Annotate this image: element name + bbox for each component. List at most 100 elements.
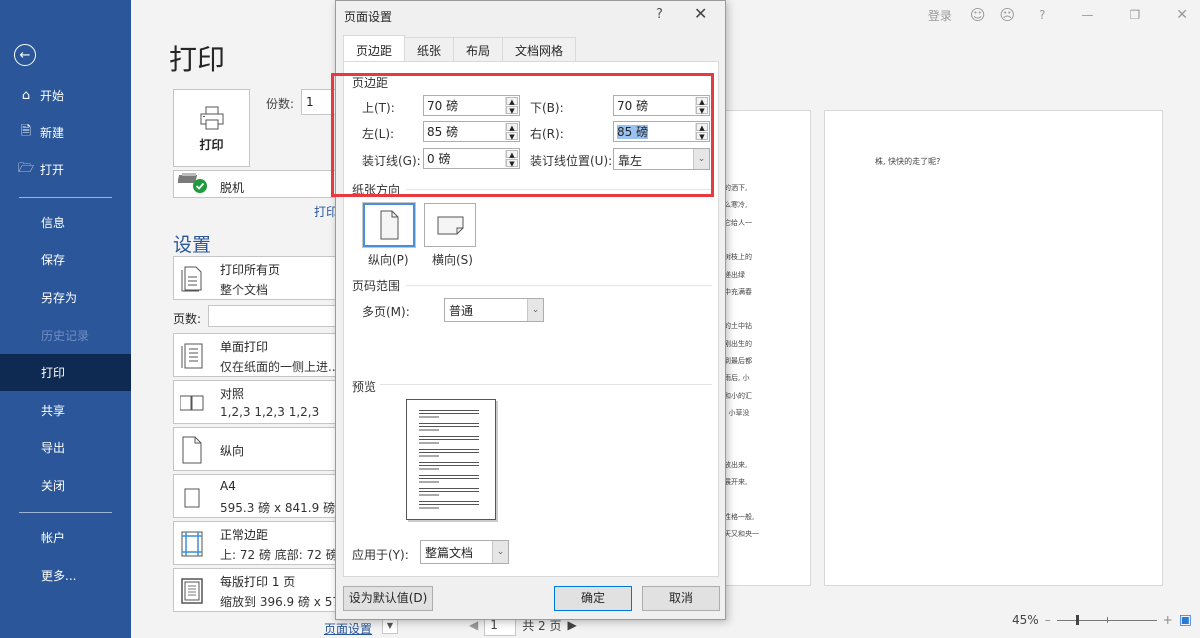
- cancel-button[interactable]: 取消: [642, 586, 720, 611]
- sign-in-link[interactable]: 登录: [928, 7, 952, 24]
- portrait-icon: [182, 436, 202, 464]
- page-1-text-line: 放出来,: [724, 460, 748, 469]
- page-1-text-line: 的土中钻: [724, 322, 752, 331]
- settings-heading: 设置: [173, 234, 212, 256]
- collation-dropdown[interactable]: 对照 1,2,3 1,2,3 1,2,3: [173, 380, 343, 424]
- landscape-option[interactable]: [424, 203, 476, 247]
- printer-selector[interactable]: 脱机: [173, 170, 343, 198]
- apply-to-select[interactable]: 整篇文档 ⌄: [420, 540, 509, 564]
- preview-text-line: [419, 423, 479, 424]
- preview-thumbnail: [406, 399, 496, 520]
- preview-text-line: [419, 494, 439, 496]
- fit-to-window-icon[interactable]: ▣: [1179, 612, 1192, 628]
- pages-group-label: 页码范围: [352, 279, 401, 293]
- preview-text-line: [419, 426, 479, 427]
- chevron-down-icon: ⌄: [527, 299, 543, 321]
- sidebar-item-account[interactable]: 帐户: [0, 519, 131, 556]
- new-document-icon: 🗎: [20, 123, 32, 139]
- help-icon[interactable]: ?: [1039, 8, 1045, 22]
- tab-margins[interactable]: 页边距: [343, 35, 406, 61]
- page-1-text-line: 中充满春: [724, 287, 752, 296]
- page-1-text-line: 到最后都: [724, 357, 752, 365]
- landscape-label[interactable]: 横向(S): [432, 251, 473, 268]
- zoom-in-icon[interactable]: +: [1163, 613, 1173, 627]
- preview-text-line: [419, 413, 479, 414]
- preview-text-line: [419, 465, 479, 466]
- minimize-icon[interactable]: —: [1082, 8, 1094, 22]
- page-1-text-line: 递出绿: [724, 270, 745, 279]
- pages-per-sheet-icon: [181, 578, 203, 604]
- next-page-icon[interactable]: ▶: [568, 618, 577, 632]
- page-1-text-line: 性格一般,: [724, 512, 755, 521]
- landscape-page-icon: [437, 216, 464, 235]
- portrait-label[interactable]: 纵向(P): [368, 251, 409, 268]
- sidebar-item-save-as[interactable]: 另存为: [0, 279, 131, 316]
- dialog-close-icon[interactable]: ✕: [694, 4, 707, 23]
- sidebar-item-home[interactable]: ⌂ 开始: [0, 77, 131, 114]
- page-setup-link[interactable]: 页面设置: [324, 620, 372, 637]
- sidebar-divider: [19, 512, 112, 513]
- pages-input[interactable]: [208, 305, 343, 327]
- preview-text-line: [419, 429, 439, 431]
- sidebar-item-close[interactable]: 关闭: [0, 467, 131, 504]
- preview-text-line: [419, 410, 479, 411]
- chevron-down-icon: ⌄: [492, 541, 508, 563]
- margins-icon: [181, 531, 203, 557]
- preview-text-line: [419, 491, 479, 492]
- folder-open-icon: 🗁: [18, 160, 35, 176]
- paper-size-dropdown[interactable]: A4 595.3 磅 x 841.9 磅: [173, 474, 343, 518]
- tab-layout[interactable]: 布局: [453, 37, 504, 61]
- page-1-text-line: 树枝上的: [724, 253, 752, 262]
- preview-text-line: [419, 416, 439, 418]
- zoom-slider[interactable]: [1056, 614, 1157, 626]
- ok-button[interactable]: 确定: [554, 586, 632, 611]
- print-button[interactable]: 打印: [173, 89, 250, 167]
- printer-icon: [200, 106, 223, 129]
- page-1-text-line: 雨后, 小: [724, 374, 750, 383]
- set-as-default-button[interactable]: 设为默认值(D): [343, 586, 433, 611]
- smile-icon[interactable]: ☺: [970, 6, 986, 24]
- previous-page-icon[interactable]: ◀: [469, 618, 478, 632]
- tab-document-grid[interactable]: 文档网格: [502, 37, 577, 61]
- orientation-dropdown[interactable]: 纵向: [173, 427, 343, 471]
- backstage-sidebar: ← ⌂ 开始 🗎 新建 🗁 打开 信息 保存 另存为 历史记录 打印 共享 导出 关闭…: [0, 0, 131, 638]
- preview-text-line: [419, 481, 439, 483]
- sidebar-item-export[interactable]: 导出: [0, 429, 131, 466]
- zoom-out-icon[interactable]: –: [1045, 613, 1051, 627]
- sidebar-item-share[interactable]: 共享: [0, 392, 131, 429]
- zoom-level[interactable]: 45%: [1012, 613, 1039, 627]
- multiple-pages-select[interactable]: 普通 ⌄: [444, 298, 544, 322]
- preview-text-line: [419, 501, 479, 502]
- window-titlebar: 登录 ☺ ☹ ? — ❐ ✕: [928, 0, 1200, 30]
- apply-to-label: 应用于(Y):: [352, 548, 409, 562]
- sidebar-item-save[interactable]: 保存: [0, 241, 131, 278]
- preview-text-line: [419, 504, 479, 505]
- preview-group-label: 预览: [352, 380, 377, 394]
- sidebar-item-history: 历史记录: [41, 329, 90, 343]
- multiple-pages-label: 多页(M):: [362, 305, 410, 319]
- sides-dropdown[interactable]: 单面打印 仅在纸面的一侧上进...: [173, 333, 343, 377]
- sidebar-item-more[interactable]: 更多...: [0, 557, 131, 594]
- dialog-help-icon[interactable]: ?: [656, 7, 663, 22]
- sidebar-item-open[interactable]: 🗁 打开: [0, 151, 131, 188]
- close-icon[interactable]: ✕: [1176, 7, 1188, 23]
- sidebar-item-info[interactable]: 信息: [0, 204, 131, 241]
- margins-dropdown[interactable]: 正常边距 上: 72 磅 底部: 72 磅: [173, 521, 343, 565]
- back-arrow-icon[interactable]: ←: [14, 44, 36, 66]
- page-1-text-line: 刚出生的: [724, 339, 752, 348]
- sidebar-item-print[interactable]: 打印: [0, 354, 131, 391]
- highlight-annotation-box: [331, 73, 714, 197]
- preview-text-line: [419, 468, 439, 470]
- preview-text-line: [419, 462, 479, 463]
- sidebar-divider: [19, 197, 112, 198]
- restore-icon[interactable]: ❐: [1130, 8, 1141, 22]
- frown-icon[interactable]: ☹: [999, 6, 1015, 24]
- pages-per-sheet-dropdown[interactable]: 每版打印 1 页 缩放到 396.9 磅 x 57...: [173, 568, 351, 612]
- zoom-slider-thumb[interactable]: [1076, 615, 1080, 625]
- preview-text-line: [419, 442, 439, 444]
- portrait-option[interactable]: [362, 202, 416, 248]
- sidebar-item-new[interactable]: 🗎 新建: [0, 114, 131, 151]
- print-range-dropdown[interactable]: 打印所有页 整个文档: [173, 256, 343, 300]
- tab-paper[interactable]: 纸张: [404, 37, 455, 61]
- zoom-control: 45% – + ▣: [1012, 612, 1192, 628]
